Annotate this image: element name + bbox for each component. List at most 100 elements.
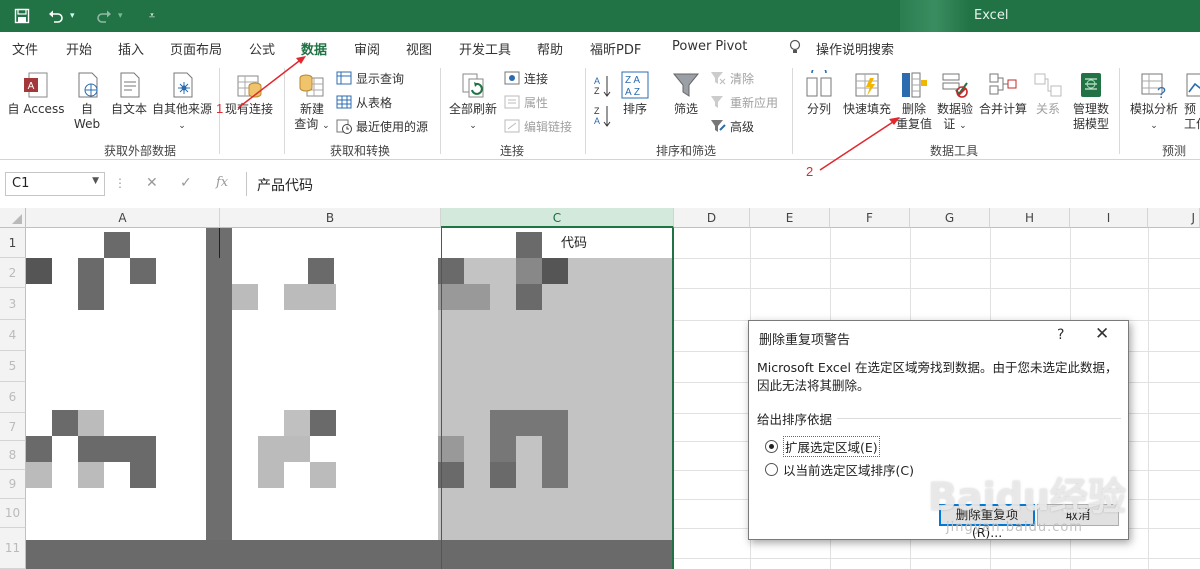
sort-az-button[interactable]: AZZA — [592, 72, 612, 132]
column-header-c[interactable]: C — [441, 208, 674, 228]
manage-data-model-button[interactable]: 管理数 据模型 — [1066, 70, 1116, 132]
relationships-button[interactable]: 关系 — [1030, 70, 1066, 117]
chevron-down-icon: ⌄ — [178, 121, 186, 131]
cancel-icon[interactable]: ✕ — [146, 175, 158, 191]
show-queries-button[interactable]: 显示查询 — [336, 68, 404, 88]
column-header-j[interactable]: J — [1148, 208, 1200, 228]
app-title: Excel — [974, 8, 1009, 23]
data-validation-button[interactable]: 数据验 证 ⌄ — [934, 70, 976, 134]
more-icon[interactable]: ⋮ — [114, 176, 126, 190]
ribbon: A 自 Access 自 Web 自文本 自其他来源 ⌄ 现有连接 获取外部数据… — [0, 62, 1200, 160]
chevron-down-icon: ⌄ — [959, 121, 967, 131]
name-box[interactable]: C1 ▼ — [5, 172, 105, 196]
svg-text:A Z: A Z — [625, 87, 640, 98]
annotation-number-1: 1 — [216, 101, 224, 116]
row-header-4[interactable]: 4 — [0, 320, 26, 351]
edit-links-button[interactable]: 编辑链接 — [504, 116, 572, 136]
tab-power-pivot[interactable]: Power Pivot — [672, 39, 747, 54]
row-header-2[interactable]: 2 — [0, 258, 26, 288]
row-header-10[interactable]: 10 — [0, 499, 26, 528]
tell-me-search[interactable]: 操作说明搜索 — [816, 39, 894, 58]
tab-developer[interactable]: 开发工具 — [459, 39, 511, 58]
formula-input[interactable]: 产品代码 — [246, 172, 1200, 196]
advanced-filter-button[interactable]: 高级 — [710, 116, 754, 136]
connections-button[interactable]: 连接 — [504, 68, 548, 88]
column-header-f[interactable]: F — [830, 208, 910, 228]
from-access-button[interactable]: A 自 Access — [6, 70, 66, 117]
row-header-9[interactable]: 9 — [0, 470, 26, 499]
row-header-6[interactable]: 6 — [0, 382, 26, 413]
column-header-a[interactable]: A — [26, 208, 220, 228]
redo-icon[interactable] — [92, 4, 116, 28]
text-to-columns-button[interactable]: 分列 — [800, 70, 838, 117]
tab-review[interactable]: 审阅 — [354, 39, 380, 58]
tab-page-layout[interactable]: 页面布局 — [170, 39, 222, 58]
from-text-button[interactable]: 自文本 — [108, 70, 150, 117]
tab-foxit-pdf[interactable]: 福昕PDF — [590, 39, 641, 58]
tab-data[interactable]: 数据 — [301, 39, 327, 58]
from-other-sources-button[interactable]: 自其他来源 ⌄ — [150, 70, 214, 134]
what-if-icon: ? — [1141, 73, 1166, 100]
undo-icon[interactable] — [44, 4, 68, 28]
svg-text:Z: Z — [594, 106, 600, 116]
from-web-button[interactable]: 自 Web — [68, 70, 106, 132]
tab-insert[interactable]: 插入 — [118, 39, 144, 58]
enter-icon[interactable]: ✓ — [180, 175, 192, 191]
svg-text:A: A — [594, 116, 600, 126]
lightbulb-icon — [788, 39, 802, 59]
radio-unselected-icon[interactable] — [765, 463, 778, 476]
save-icon[interactable] — [10, 4, 34, 28]
row-header-5[interactable]: 5 — [0, 351, 26, 382]
row-header-7[interactable]: 7 — [0, 413, 26, 441]
radio-selected-icon[interactable] — [765, 440, 778, 453]
cell-c1[interactable]: 代码 — [561, 232, 587, 251]
radio-current-selection[interactable]: 以当前选定区域排序(C) — [765, 460, 914, 479]
forecast-sheet-button[interactable]: 预 工作 — [1184, 70, 1200, 132]
relationships-icon — [1034, 73, 1062, 97]
tab-home[interactable]: 开始 — [66, 39, 92, 58]
radio-expand-selection[interactable]: 扩展选定区域(E) — [765, 436, 880, 457]
column-header-g[interactable]: G — [910, 208, 990, 228]
text-file-icon — [120, 72, 140, 98]
filter-icon — [672, 73, 700, 97]
from-table-button[interactable]: 从表格 — [336, 92, 392, 112]
reapply-button[interactable]: 重新应用 — [710, 92, 778, 112]
select-all-corner[interactable] — [0, 208, 26, 228]
column-header-b[interactable]: B — [220, 208, 441, 228]
column-header-d[interactable]: D — [674, 208, 750, 228]
redo-dropdown-icon[interactable]: ▾ — [118, 11, 130, 21]
clear-filter-button[interactable]: 清除 — [710, 68, 754, 88]
sort-button[interactable]: Z AA Z 排序 — [618, 70, 652, 117]
existing-connections-button[interactable]: 现有连接 — [222, 70, 276, 117]
new-query-icon — [299, 74, 324, 97]
tab-formulas[interactable]: 公式 — [249, 39, 275, 58]
row-header-11[interactable]: 11 — [0, 528, 26, 569]
properties-icon — [504, 94, 520, 110]
refresh-all-button[interactable]: 全部刷新 ⌄ — [446, 70, 500, 134]
row-header-1[interactable]: 1 — [0, 228, 26, 258]
undo-dropdown-icon[interactable]: ▾ — [70, 11, 82, 21]
insert-function-icon[interactable]: fx — [216, 175, 228, 190]
tab-view[interactable]: 视图 — [406, 39, 432, 58]
new-query-button[interactable]: 新建 查询 ⌄ — [290, 70, 334, 134]
access-icon: A — [24, 72, 48, 98]
flash-fill-button[interactable]: 快速填充 — [840, 70, 894, 117]
tab-help[interactable]: 帮助 — [537, 39, 563, 58]
column-header-h[interactable]: H — [990, 208, 1070, 228]
customize-icon[interactable]: ⩡ — [140, 4, 164, 28]
row-header-8[interactable]: 8 — [0, 441, 26, 470]
row-header-3[interactable]: 3 — [0, 288, 26, 320]
remove-duplicates-button[interactable]: 删除 重复值 — [894, 70, 934, 132]
recent-sources-icon — [336, 118, 352, 134]
consolidate-button[interactable]: 合并计算 — [976, 70, 1030, 117]
recent-sources-button[interactable]: 最近使用的源 — [336, 116, 428, 136]
what-if-analysis-button[interactable]: ? 模拟分析 ⌄ — [1124, 70, 1184, 134]
chevron-down-icon: ▼ — [92, 176, 99, 186]
column-header-i[interactable]: I — [1070, 208, 1148, 228]
column-header-e[interactable]: E — [750, 208, 830, 228]
filter-button[interactable]: 筛选 — [668, 70, 704, 117]
tab-file[interactable]: 文件 — [12, 39, 38, 58]
help-icon[interactable]: ? — [1057, 327, 1064, 343]
properties-button[interactable]: 属性 — [504, 92, 548, 112]
close-icon[interactable]: ✕ — [1095, 324, 1109, 344]
